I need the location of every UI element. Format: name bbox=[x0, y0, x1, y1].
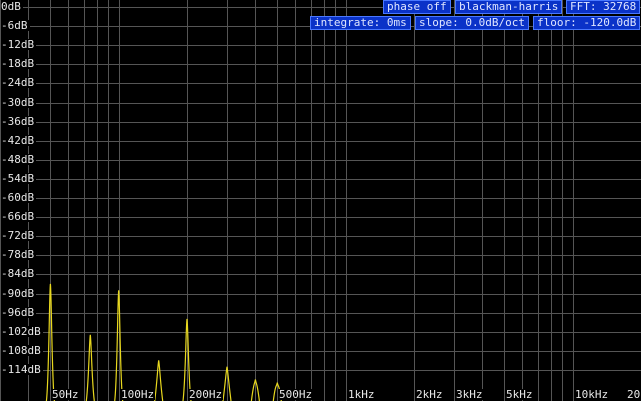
y-tick-label: -78dB bbox=[1, 248, 37, 261]
x-tick-label: 5kHz bbox=[505, 388, 534, 401]
y-tick-label: -90dB bbox=[1, 287, 37, 300]
x-tick-label: 50Hz bbox=[51, 388, 80, 401]
integrate-button[interactable]: integrate: 0ms bbox=[310, 16, 411, 30]
window-function-button[interactable]: blackman-harris bbox=[455, 0, 563, 14]
spectrum-trace bbox=[45, 283, 282, 401]
slope-button[interactable]: slope: 0.0dB/oct bbox=[415, 16, 529, 30]
y-tick-label: -102dB bbox=[1, 325, 43, 338]
spectrum-peak bbox=[85, 334, 95, 401]
floor-button[interactable]: floor: -120.0dB bbox=[533, 16, 641, 30]
y-tick-label: -72dB bbox=[1, 229, 37, 242]
y-tick-label: -114dB bbox=[1, 363, 43, 376]
x-tick-label: 100Hz bbox=[120, 388, 156, 401]
x-tick-label: 200Hz bbox=[188, 388, 224, 401]
y-tick-label: -54dB bbox=[1, 172, 37, 185]
grid-lines bbox=[0, 0, 641, 401]
x-tick-label: 500Hz bbox=[278, 388, 314, 401]
y-tick-label: -66dB bbox=[1, 210, 37, 223]
spectrum-analyzer[interactable]: 0dB -6dB -12dB -18dB -24dB -30dB -36dB -42dB -48… bbox=[0, 0, 641, 401]
y-tick-label: -24dB bbox=[1, 76, 37, 89]
phase-mode-button[interactable]: phase off bbox=[383, 0, 451, 14]
y-tick-label: 0dB bbox=[1, 0, 23, 13]
y-tick-label: -18dB bbox=[1, 57, 37, 70]
y-tick-label: -42dB bbox=[1, 134, 37, 147]
y-tick-label: -108dB bbox=[1, 344, 43, 357]
x-tick-label: 1kHz bbox=[347, 388, 376, 401]
y-tick-label: -48dB bbox=[1, 153, 37, 166]
x-tick-label: 10kHz bbox=[574, 388, 610, 401]
spectrum-peak bbox=[114, 290, 124, 401]
y-tick-label: -30dB bbox=[1, 96, 37, 109]
y-tick-label: -84dB bbox=[1, 267, 37, 280]
y-tick-label: -96dB bbox=[1, 306, 37, 319]
y-tick-label: -60dB bbox=[1, 191, 37, 204]
x-tick-label: 2kHz bbox=[415, 388, 444, 401]
x-tick-label: 3kHz bbox=[455, 388, 484, 401]
y-tick-label: -6dB bbox=[1, 19, 30, 32]
x-tick-label: 20 bbox=[626, 388, 641, 401]
y-tick-label: -12dB bbox=[1, 38, 37, 51]
fft-size-button[interactable]: FFT: 32768 bbox=[566, 0, 641, 14]
spectrum-peak bbox=[154, 360, 164, 401]
spectrum-plot[interactable] bbox=[0, 0, 641, 401]
y-tick-label: -36dB bbox=[1, 115, 37, 128]
